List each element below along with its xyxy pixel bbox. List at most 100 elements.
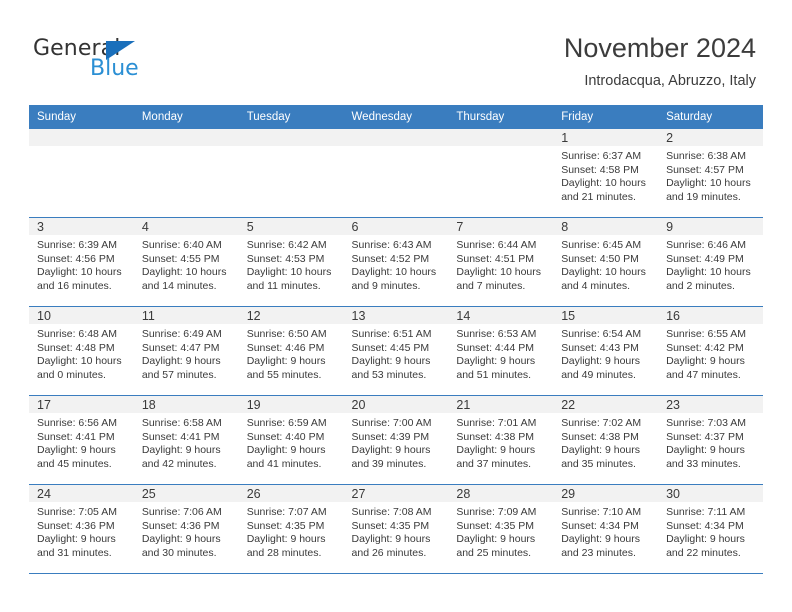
calendar-day-cell[interactable]: 27 Sunrise: 7:08 AM Sunset: 4:35 PM Dayligh… [343, 484, 449, 574]
sunrise-text: Sunrise: 7:08 AM [351, 506, 432, 518]
sunrise-text: Sunrise: 7:07 AM [246, 506, 327, 518]
calendar-day-cell[interactable] [343, 129, 449, 218]
sunset-text: Sunset: 4:56 PM [37, 252, 115, 265]
day-details: Sunrise: 6:49 AM Sunset: 4:47 PM Daylight:… [134, 324, 239, 382]
calendar-day-cell[interactable]: 3 Sunrise: 6:39 AM Sunset: 4:56 PM Daylight… [29, 217, 134, 307]
day-number: 5 [238, 218, 344, 235]
calendar-day-cell[interactable]: 1 Sunrise: 6:37 AM Sunset: 4:58 PM Daylight… [553, 129, 659, 218]
calendar-day-cell[interactable]: 4 Sunrise: 6:40 AM Sunset: 4:55 PM Daylight… [133, 217, 239, 307]
day-number: 20 [343, 396, 449, 413]
calendar-day-cell[interactable]: 26 Sunrise: 7:07 AM Sunset: 4:35 PM Dayligh… [238, 484, 344, 574]
sunrise-text: Sunrise: 6:42 AM [246, 239, 327, 251]
day-number: 11 [133, 307, 239, 324]
day-number [343, 129, 449, 146]
day-number [238, 129, 344, 146]
daylight-text: Daylight: 10 hours and 0 minutes. [37, 355, 122, 381]
day-box: 24 Sunrise: 7:05 AM Sunset: 4:36 PM Dayligh… [29, 485, 134, 573]
day-details: Sunrise: 7:11 AM Sunset: 4:34 PM Daylight:… [658, 502, 763, 560]
day-details: Sunrise: 7:09 AM Sunset: 4:35 PM Daylight:… [448, 502, 553, 560]
day-number: 2 [658, 129, 763, 146]
calendar-day-cell[interactable]: 12 Sunrise: 6:50 AM Sunset: 4:46 PM Dayligh… [238, 306, 344, 396]
calendar-day-cell[interactable]: 19 Sunrise: 6:59 AM Sunset: 4:40 PM Dayligh… [238, 395, 344, 485]
sunset-text: Sunset: 4:36 PM [37, 519, 115, 532]
day-number: 25 [133, 485, 239, 502]
sunrise-text: Sunrise: 6:37 AM [561, 150, 642, 162]
day-details: Sunrise: 6:45 AM Sunset: 4:50 PM Daylight:… [553, 235, 658, 293]
generalblue-logo[interactable]: General Blue [33, 38, 203, 83]
day-details: Sunrise: 6:37 AM Sunset: 4:58 PM Daylight:… [553, 146, 658, 204]
calendar-day-cell[interactable] [29, 129, 134, 218]
day-number: 14 [448, 307, 554, 324]
sunrise-text: Sunrise: 6:40 AM [141, 239, 222, 251]
daylight-text: Daylight: 9 hours and 49 minutes. [561, 355, 641, 381]
day-box: 26 Sunrise: 7:07 AM Sunset: 4:35 PM Dayligh… [238, 485, 344, 573]
day-box: 30 Sunrise: 7:11 AM Sunset: 4:34 PM Dayligh… [658, 485, 763, 573]
sunset-text: Sunset: 4:34 PM [666, 519, 744, 532]
calendar-day-cell[interactable] [448, 129, 554, 218]
calendar-day-cell[interactable]: 13 Sunrise: 6:51 AM Sunset: 4:45 PM Dayligh… [343, 306, 449, 396]
calendar-day-cell[interactable]: 6 Sunrise: 6:43 AM Sunset: 4:52 PM Daylight… [343, 217, 449, 307]
day-box: 28 Sunrise: 7:09 AM Sunset: 4:35 PM Dayligh… [448, 485, 554, 573]
sunrise-text: Sunrise: 6:44 AM [456, 239, 537, 251]
calendar-day-cell[interactable]: 16 Sunrise: 6:55 AM Sunset: 4:42 PM Dayligh… [658, 306, 763, 396]
day-details: Sunrise: 6:38 AM Sunset: 4:57 PM Daylight:… [658, 146, 763, 204]
day-box: 9 Sunrise: 6:46 AM Sunset: 4:49 PM Daylight… [658, 218, 763, 306]
calendar-week-row: 24 Sunrise: 7:05 AM Sunset: 4:36 PM Dayligh… [29, 484, 763, 574]
day-number: 22 [553, 396, 659, 413]
sunrise-text: Sunrise: 7:01 AM [456, 417, 537, 429]
calendar-day-cell[interactable]: 2 Sunrise: 6:38 AM Sunset: 4:57 PM Daylight… [658, 129, 763, 218]
daylight-text: Daylight: 9 hours and 45 minutes. [37, 444, 116, 470]
daylight-text: Daylight: 9 hours and 23 minutes. [561, 533, 641, 559]
sunrise-text: Sunrise: 6:49 AM [141, 328, 222, 340]
day-box: 27 Sunrise: 7:08 AM Sunset: 4:35 PM Dayligh… [343, 485, 449, 573]
day-number: 26 [238, 485, 344, 502]
day-number: 17 [29, 396, 134, 413]
calendar-day-cell[interactable]: 28 Sunrise: 7:09 AM Sunset: 4:35 PM Dayligh… [448, 484, 554, 574]
day-box [29, 129, 134, 217]
calendar-day-cell[interactable]: 5 Sunrise: 6:42 AM Sunset: 4:53 PM Daylight… [238, 217, 344, 307]
sunset-text: Sunset: 4:47 PM [141, 341, 220, 354]
calendar-day-cell[interactable]: 21 Sunrise: 7:01 AM Sunset: 4:38 PM Dayligh… [448, 395, 554, 485]
calendar-day-cell[interactable]: 29 Sunrise: 7:10 AM Sunset: 4:34 PM Dayligh… [553, 484, 659, 574]
calendar-day-cell[interactable]: 9 Sunrise: 6:46 AM Sunset: 4:49 PM Daylight… [658, 217, 763, 307]
calendar-day-cell[interactable]: 11 Sunrise: 6:49 AM Sunset: 4:47 PM Dayligh… [133, 306, 239, 396]
calendar-day-cell[interactable]: 8 Sunrise: 6:45 AM Sunset: 4:50 PM Daylight… [553, 217, 659, 307]
sunrise-text: Sunrise: 6:48 AM [37, 328, 117, 340]
sunrise-text: Sunrise: 7:02 AM [561, 417, 642, 429]
calendar-day-cell[interactable]: 23 Sunrise: 7:03 AM Sunset: 4:37 PM Dayligh… [658, 395, 763, 485]
calendar-day-cell[interactable] [238, 129, 344, 218]
day-details: Sunrise: 6:50 AM Sunset: 4:46 PM Daylight:… [239, 324, 344, 382]
day-box: 21 Sunrise: 7:01 AM Sunset: 4:38 PM Dayligh… [448, 396, 554, 484]
sunrise-text: Sunrise: 7:10 AM [561, 506, 642, 518]
day-details: Sunrise: 6:46 AM Sunset: 4:49 PM Daylight:… [658, 235, 763, 293]
daylight-text: Daylight: 10 hours and 2 minutes. [666, 266, 751, 292]
calendar-day-cell[interactable]: 30 Sunrise: 7:11 AM Sunset: 4:34 PM Dayligh… [658, 484, 763, 574]
calendar-day-cell[interactable]: 20 Sunrise: 7:00 AM Sunset: 4:39 PM Dayligh… [343, 395, 449, 485]
sunrise-text: Sunrise: 6:58 AM [141, 417, 222, 429]
day-box [238, 129, 344, 217]
calendar-day-cell[interactable]: 7 Sunrise: 6:44 AM Sunset: 4:51 PM Daylight… [448, 217, 554, 307]
day-box [133, 129, 239, 217]
calendar-day-cell[interactable] [133, 129, 239, 218]
day-details: Sunrise: 6:56 AM Sunset: 4:41 PM Daylight:… [29, 413, 134, 471]
day-box: 10 Sunrise: 6:48 AM Sunset: 4:48 PM Dayligh… [29, 307, 134, 395]
calendar-day-cell[interactable]: 14 Sunrise: 6:53 AM Sunset: 4:44 PM Dayligh… [448, 306, 554, 396]
calendar-day-cell[interactable]: 18 Sunrise: 6:58 AM Sunset: 4:41 PM Dayligh… [133, 395, 239, 485]
calendar-day-cell[interactable]: 17 Sunrise: 6:56 AM Sunset: 4:41 PM Dayligh… [29, 395, 134, 485]
sunrise-text: Sunrise: 7:05 AM [37, 506, 117, 518]
day-details: Sunrise: 6:42 AM Sunset: 4:53 PM Daylight:… [239, 235, 344, 293]
day-box: 19 Sunrise: 6:59 AM Sunset: 4:40 PM Dayligh… [238, 396, 344, 484]
day-details: Sunrise: 6:40 AM Sunset: 4:55 PM Daylight:… [134, 235, 239, 293]
day-number: 7 [448, 218, 554, 235]
day-number: 18 [133, 396, 239, 413]
daylight-text: Daylight: 10 hours and 7 minutes. [456, 266, 542, 292]
weekday-header-wednesday: Wednesday [343, 105, 449, 129]
calendar-day-cell[interactable]: 15 Sunrise: 6:54 AM Sunset: 4:43 PM Dayligh… [553, 306, 659, 396]
day-details: Sunrise: 7:10 AM Sunset: 4:34 PM Daylight:… [553, 502, 658, 560]
calendar-day-cell[interactable]: 25 Sunrise: 7:06 AM Sunset: 4:36 PM Dayligh… [133, 484, 239, 574]
sunset-text: Sunset: 4:46 PM [246, 341, 325, 354]
calendar-day-cell[interactable]: 22 Sunrise: 7:02 AM Sunset: 4:38 PM Dayligh… [553, 395, 659, 485]
sunset-text: Sunset: 4:51 PM [456, 252, 535, 265]
calendar-day-cell[interactable]: 24 Sunrise: 7:05 AM Sunset: 4:36 PM Dayligh… [29, 484, 134, 574]
calendar-day-cell[interactable]: 10 Sunrise: 6:48 AM Sunset: 4:48 PM Dayligh… [29, 306, 134, 396]
